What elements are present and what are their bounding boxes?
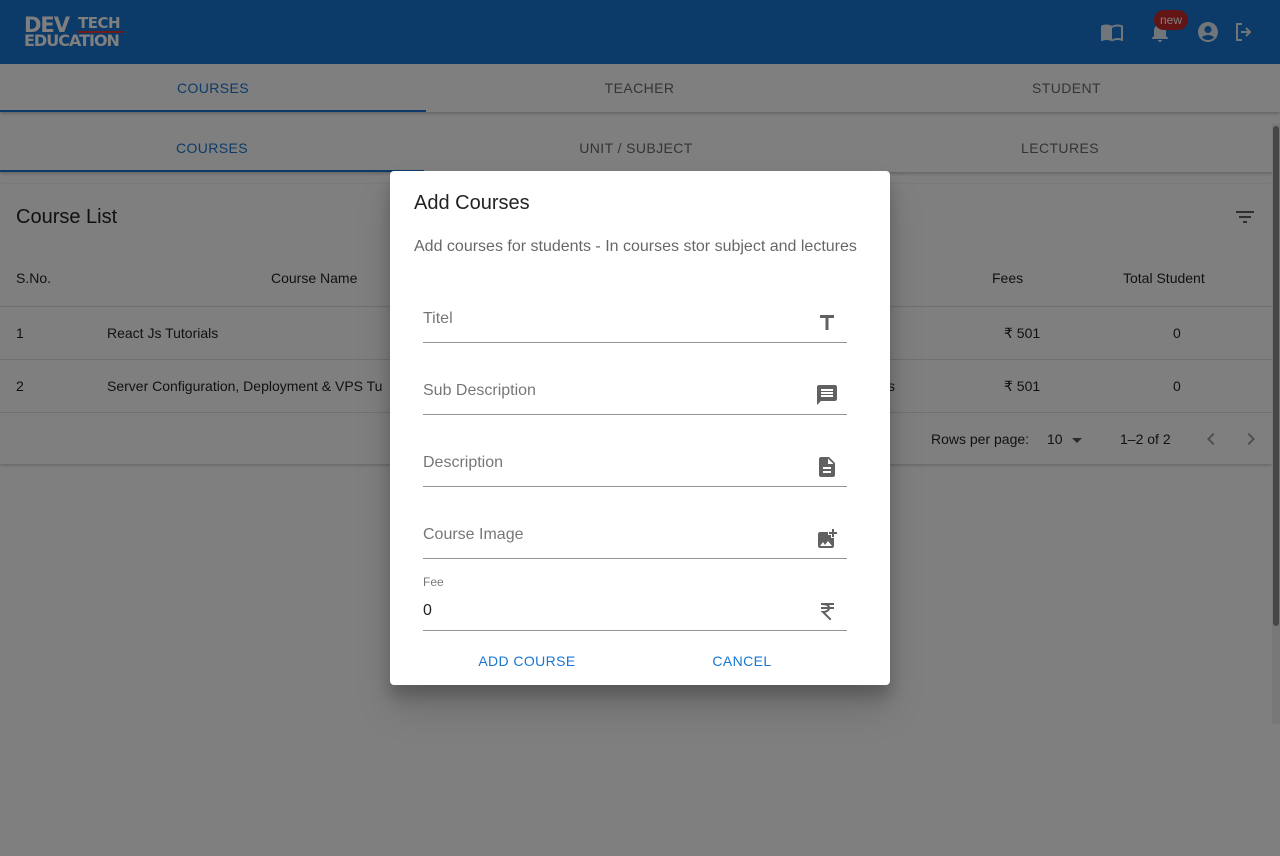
rupee-icon [815, 599, 839, 623]
title-field[interactable]: Titel [423, 283, 847, 343]
fee-value: 0 [423, 602, 432, 619]
sub-description-underline [423, 414, 847, 415]
description-underline [423, 486, 847, 487]
title-placeholder: Titel [423, 310, 453, 327]
course-image-placeholder: Course Image [423, 526, 524, 543]
fee-label: Fee [423, 575, 444, 589]
title-icon [815, 311, 839, 335]
sub-description-placeholder: Sub Description [423, 382, 536, 399]
title-underline [423, 342, 847, 343]
add-course-button[interactable]: ADD COURSE [470, 643, 584, 679]
message-icon [815, 383, 839, 407]
description-icon [815, 455, 839, 479]
fee-underline [423, 630, 847, 631]
sub-description-field[interactable]: Sub Description [423, 355, 847, 415]
add-course-dialog: Add Courses Add courses for students - I… [390, 171, 890, 685]
fee-field[interactable]: Fee 0 [423, 571, 847, 631]
course-image-field[interactable]: Course Image [423, 499, 847, 559]
dialog-subtitle: Add courses for students - In courses st… [414, 238, 857, 255]
cancel-button[interactable]: CANCEL [705, 643, 779, 679]
course-image-underline [423, 558, 847, 559]
description-field[interactable]: Description [423, 427, 847, 487]
dialog-title: Add Courses [414, 192, 530, 214]
add-photo-icon[interactable] [815, 527, 839, 551]
description-placeholder: Description [423, 454, 504, 471]
